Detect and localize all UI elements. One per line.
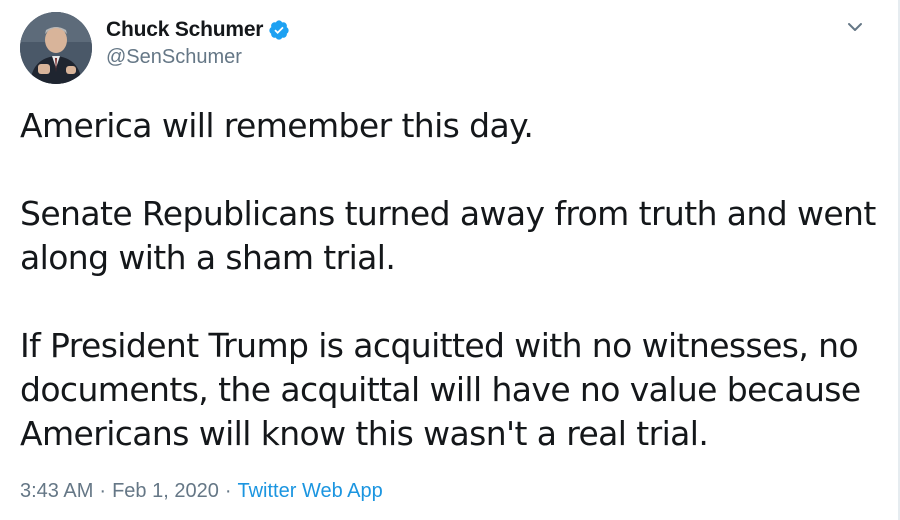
tweet-date[interactable]: Feb 1, 2020 [112,480,219,503]
avatar[interactable] [20,12,92,84]
tweet-source-link[interactable]: Twitter Web App [237,480,382,503]
tweet-paragraph: Senate Republicans turned away from trut… [20,194,876,277]
author-names: Chuck Schumer @SenSchumer [106,18,290,69]
display-name[interactable]: Chuck Schumer [106,18,263,42]
chevron-down-icon[interactable] [846,20,864,34]
meta-separator: · [224,480,232,502]
tweet-time[interactable]: 3:43 AM [20,480,93,503]
verified-badge-icon [268,19,290,41]
tweet-meta: 3:43 AM · Feb 1, 2020 · Twitter Web App [20,480,383,503]
name-row: Chuck Schumer [106,18,290,42]
meta-separator: · [99,480,107,502]
user-handle[interactable]: @SenSchumer [106,46,290,69]
tweet-header: Chuck Schumer @SenSchumer [20,12,290,84]
tweet-text: America will remember this day. Senate R… [20,104,880,456]
tweet-paragraph: America will remember this day. [20,106,534,145]
user-avatar-icon [20,12,92,84]
tweet-card: Chuck Schumer @SenSchumer America will r… [0,0,900,520]
tweet-paragraph: If President Trump is acquitted with no … [20,326,861,453]
